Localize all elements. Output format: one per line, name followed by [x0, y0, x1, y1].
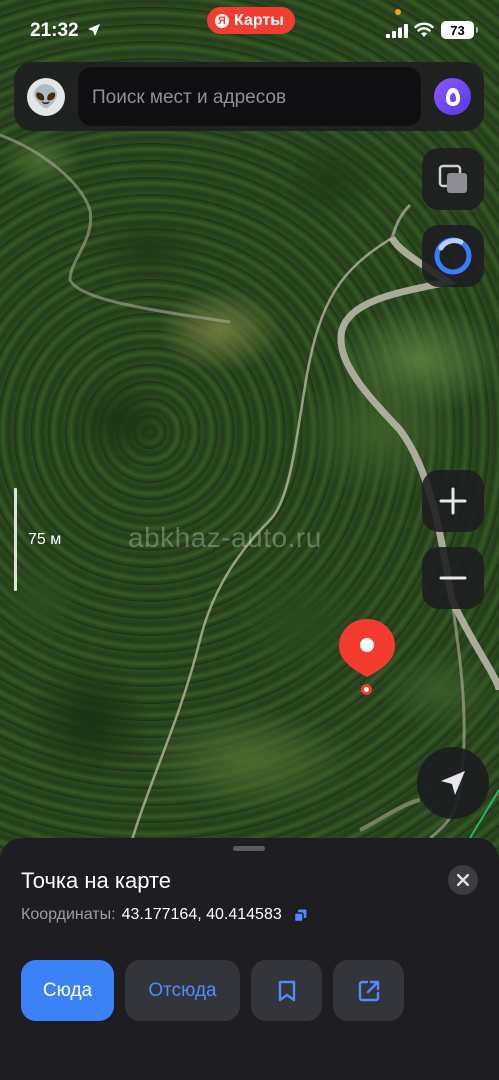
alice-icon — [445, 87, 460, 106]
bookmark-button[interactable] — [251, 960, 322, 1021]
zoom-in-icon — [439, 487, 467, 515]
route-here-button[interactable]: Сюда — [21, 960, 114, 1021]
scale-label: 75 м — [28, 531, 62, 548]
alice-button[interactable] — [434, 78, 471, 115]
copy-icon[interactable] — [293, 909, 307, 922]
close-icon — [457, 874, 469, 886]
locate-icon — [441, 771, 465, 795]
zoom-in-button[interactable] — [422, 470, 484, 532]
coordinates-label: Координаты: — [21, 906, 116, 923]
sheet-title: Точка на карте — [21, 868, 172, 893]
coordinates-value: 43.177164, 40.414583 — [121, 906, 282, 923]
map-pin-icon[interactable] — [336, 617, 398, 679]
alice-map-button[interactable] — [422, 225, 484, 287]
locate-me-button[interactable] — [417, 747, 489, 819]
route-from-button[interactable]: Отсюда — [125, 960, 240, 1021]
battery-indicator: 73 — [441, 21, 478, 39]
status-time: 21:32 — [30, 20, 79, 41]
watermark-text: abkhaz-auto.ru — [128, 522, 322, 553]
layers-icon — [438, 164, 467, 193]
layers-button[interactable] — [422, 148, 484, 210]
close-button[interactable] — [448, 865, 478, 895]
zoom-out-icon — [439, 576, 467, 580]
share-button[interactable] — [333, 960, 404, 1021]
alice-ring-icon — [434, 237, 472, 275]
coordinates-row: Координаты: 43.177164, 40.414583 — [21, 906, 307, 924]
sheet-grabber[interactable] — [233, 846, 265, 851]
search-input[interactable]: Поиск мест и адресов — [78, 67, 421, 126]
bookmark-icon — [278, 980, 295, 1001]
search-bar: 👽 Поиск мест и адресов — [14, 62, 484, 131]
pin-anchor-point — [361, 684, 372, 695]
zoom-out-button[interactable] — [422, 547, 484, 609]
app-pill-label: Карты — [234, 11, 284, 29]
share-icon — [358, 980, 379, 1001]
back-to-app-pill[interactable]: Я Карты — [207, 7, 295, 34]
location-arrow-icon — [88, 24, 100, 36]
yandex-logo-icon: Я — [215, 13, 229, 28]
scale-bar — [14, 488, 17, 591]
signal-icon — [386, 24, 408, 38]
bottom-sheet: Точка на карте Координаты: 43.177164, 40… — [0, 838, 499, 1080]
privacy-indicator-dot — [395, 9, 401, 15]
search-placeholder: Поиск мест и адресов — [92, 87, 287, 108]
wifi-icon — [414, 22, 434, 37]
status-bar: 21:32 Я Карты 73 — [0, 0, 499, 60]
avatar[interactable]: 👽 — [27, 78, 65, 116]
